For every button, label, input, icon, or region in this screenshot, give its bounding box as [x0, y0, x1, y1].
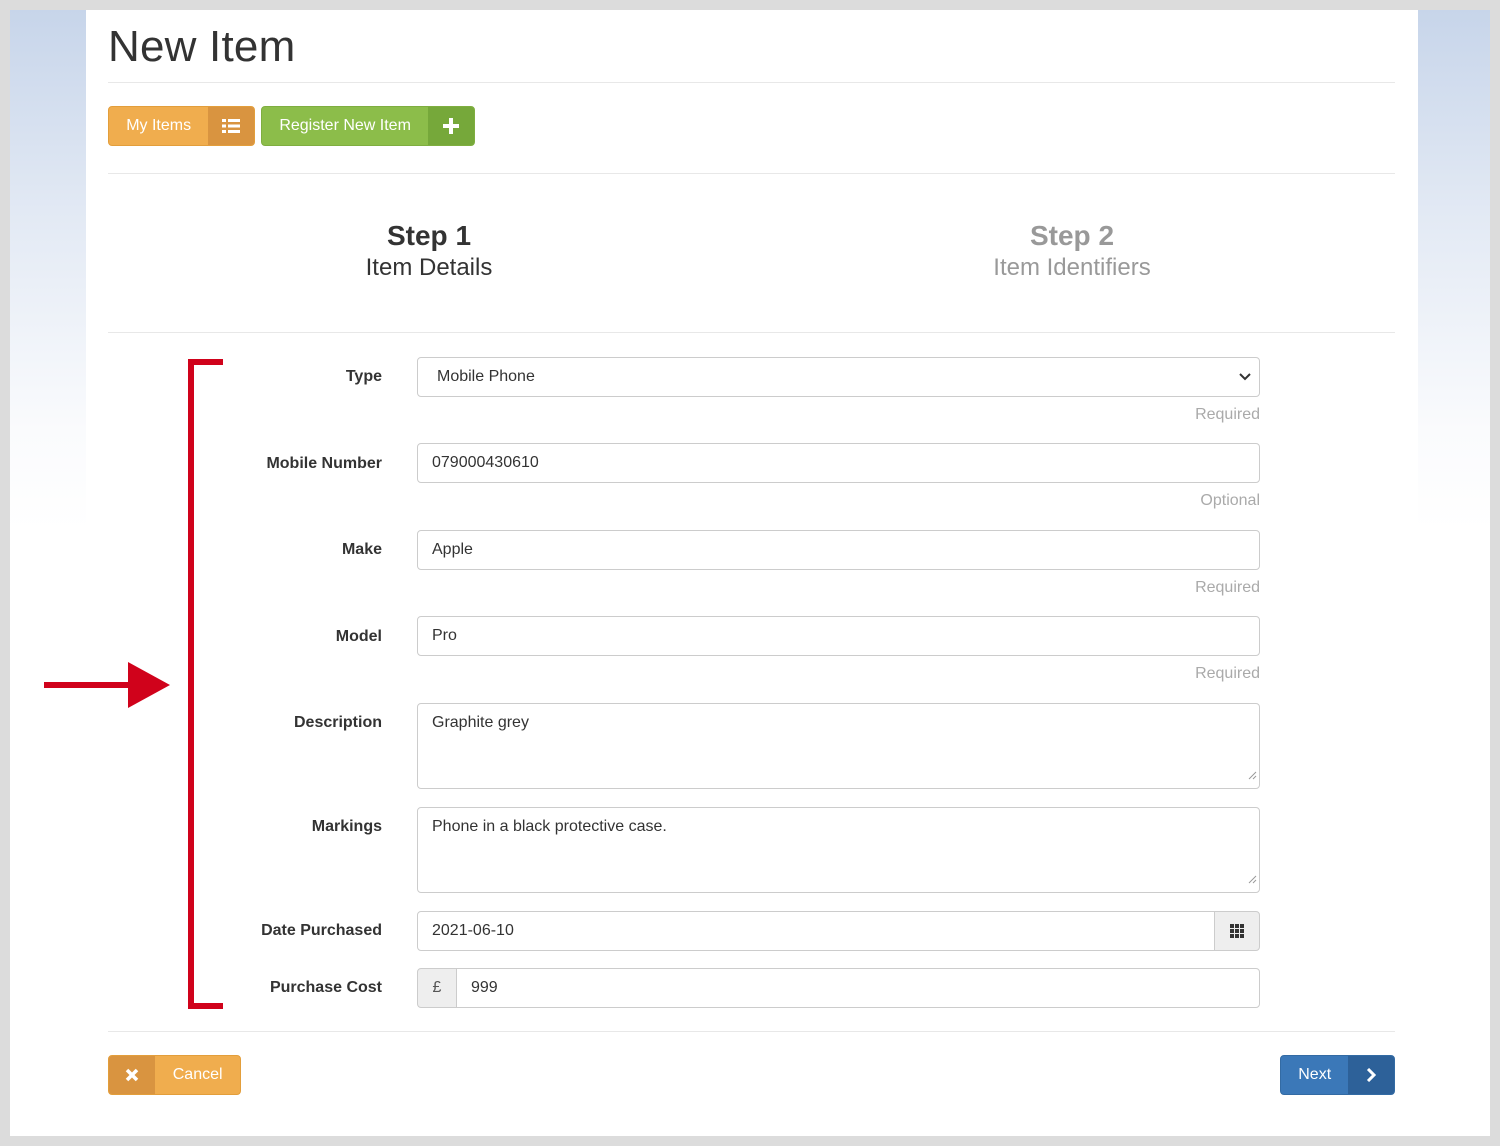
toolbar-divider	[108, 173, 1395, 174]
date-purchased-input[interactable]: 2021-06-10	[417, 911, 1215, 951]
description-textarea[interactable]: Graphite grey	[417, 703, 1260, 789]
step-1-number: Step 1	[386, 220, 472, 251]
chevron-down-icon	[1239, 358, 1251, 396]
close-icon	[109, 1056, 156, 1094]
currency-addon: £	[417, 968, 457, 1008]
make-help: Required	[1195, 579, 1260, 596]
step-1-name: Item Details	[365, 254, 493, 281]
mobile-number-help: Optional	[1200, 492, 1260, 509]
steps-divider	[108, 332, 1395, 333]
description-value: Graphite grey	[432, 714, 529, 731]
register-new-item-label: Register New Item	[279, 117, 411, 134]
cancel-button[interactable]: Cancel	[108, 1055, 241, 1095]
step-1: Step 1 Item Details	[279, 220, 579, 284]
step-2-number: Step 2	[1029, 220, 1115, 251]
model-input[interactable]: Pro	[417, 616, 1260, 656]
purchase-cost-input[interactable]: 999	[456, 968, 1260, 1008]
type-help: Required	[1195, 406, 1260, 423]
markings-label: Markings	[311, 818, 382, 835]
type-label: Type	[345, 368, 382, 385]
make-label: Make	[341, 541, 382, 558]
markings-textarea[interactable]: Phone in a black protective case.	[417, 807, 1260, 893]
annotation-bracket-arrow	[44, 359, 223, 1009]
register-new-item-button[interactable]: Register New Item	[261, 106, 475, 146]
markings-value: Phone in a black protective case.	[432, 818, 667, 835]
next-label: Next	[1298, 1066, 1332, 1083]
date-purchased-label: Date Purchased	[261, 922, 382, 939]
plus-icon	[428, 107, 474, 145]
description-label: Description	[293, 714, 382, 731]
mobile-number-label: Mobile Number	[266, 455, 382, 472]
step-2[interactable]: Step 2 Item Identifiers	[922, 220, 1222, 284]
step-2-name: Item Identifiers	[993, 254, 1151, 281]
calendar-grid-icon[interactable]	[1214, 911, 1260, 951]
type-select-value: Mobile Phone	[437, 368, 535, 385]
model-help: Required	[1195, 665, 1260, 682]
footer-divider	[108, 1031, 1395, 1032]
purchase-cost-label: Purchase Cost	[269, 979, 382, 996]
resize-grip-icon[interactable]	[1247, 870, 1257, 890]
mobile-number-input[interactable]: 079000430610	[417, 443, 1260, 483]
type-select[interactable]: Mobile Phone	[417, 357, 1260, 397]
chevron-right-icon	[1348, 1056, 1394, 1094]
make-input[interactable]: Apple	[417, 530, 1260, 570]
title-divider	[108, 82, 1395, 83]
cancel-label: Cancel	[172, 1066, 223, 1083]
model-label: Model	[335, 628, 382, 645]
resize-grip-icon[interactable]	[1247, 766, 1257, 786]
next-button[interactable]: Next	[1280, 1055, 1395, 1095]
